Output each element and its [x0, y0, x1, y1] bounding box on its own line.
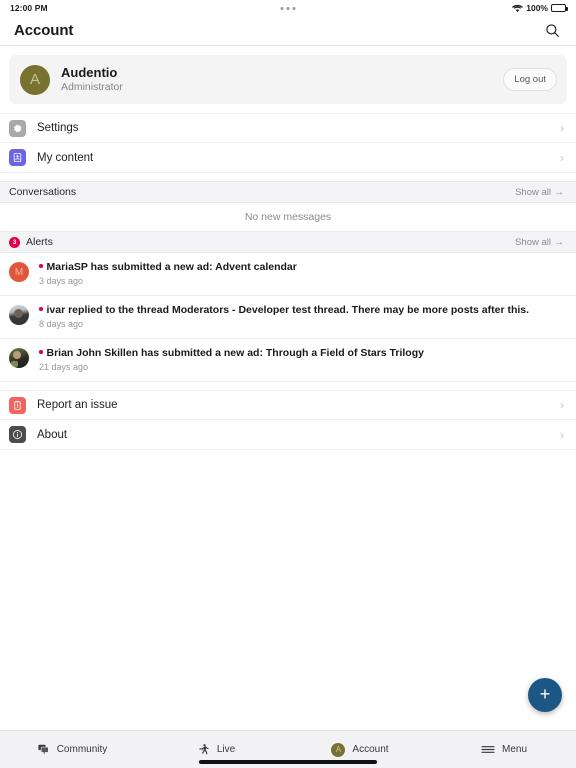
nav-item-menu[interactable]: Menu: [432, 731, 576, 768]
avatar: [9, 305, 29, 325]
show-all-label: Show all: [515, 186, 551, 198]
profile-name: Audentio: [61, 65, 118, 80]
app-screen: 12:00 PM 100% Account A Audentio Adminis…: [0, 0, 576, 768]
alert-timestamp: 8 days ago: [39, 319, 84, 329]
chevron-right-icon: ›: [560, 150, 564, 165]
conversations-empty-message: No new messages: [0, 203, 576, 231]
alert-text: MariaSP has submitted a new ad: Advent c…: [39, 261, 297, 274]
gear-icon: [9, 119, 26, 137]
nav-label: Account: [352, 744, 389, 755]
more-dots-indicator: [280, 6, 296, 10]
dot: [286, 6, 290, 10]
alert-list-item[interactable]: Brian John Skillen has submitted a new a…: [0, 339, 576, 382]
search-icon[interactable]: [542, 21, 562, 41]
status-bar-right: 100%: [512, 3, 568, 13]
plus-icon: +: [539, 684, 551, 704]
nav-label: Menu: [501, 744, 527, 755]
wifi-icon: [512, 4, 524, 13]
row-report-an-issue[interactable]: Report an issue ›: [0, 390, 576, 420]
unread-dot-icon: [39, 350, 43, 354]
chevron-right-icon: ›: [560, 398, 564, 412]
alerts-section-header: 3 Alerts Show all →: [0, 231, 576, 253]
info-icon: [9, 426, 26, 443]
alert-timestamp: 21 days ago: [39, 362, 89, 372]
page-header: Account: [0, 16, 576, 46]
row-label: My content: [37, 151, 94, 164]
unread-dot-icon: [39, 307, 43, 311]
alert-body: MariaSP has submitted a new ad: Advent c…: [39, 261, 301, 287]
section-title: Conversations: [9, 186, 77, 198]
create-fab-button[interactable]: +: [528, 678, 562, 712]
hamburger-menu-icon: [481, 744, 495, 755]
status-bar: 12:00 PM 100%: [0, 0, 576, 16]
bottom-navigation: Community Live A Account Menu: [0, 730, 576, 768]
alerts-count-badge: 3: [9, 236, 20, 248]
row-settings[interactable]: Settings ›: [0, 113, 576, 143]
alert-text: ivar replied to the thread Moderators - …: [39, 304, 529, 317]
main-content: A Audentio Administrator Log out Setting…: [0, 46, 576, 730]
profile-card[interactable]: A Audentio Administrator Log out: [9, 55, 567, 104]
page-title: Account: [14, 22, 74, 39]
show-all-label: Show all: [515, 236, 551, 248]
profile-role: Administrator: [61, 81, 123, 93]
avatar: M: [9, 262, 29, 282]
account-avatar-icon: A: [331, 742, 346, 757]
avatar[interactable]: A: [20, 64, 50, 95]
section-title: Alerts: [26, 236, 53, 248]
nav-label: Community: [56, 744, 108, 755]
home-indicator: [199, 760, 377, 764]
battery-full-icon: [551, 4, 568, 12]
chevron-right-icon: ›: [560, 121, 564, 135]
chevron-right-icon: ›: [560, 427, 564, 442]
logout-button[interactable]: Log out: [503, 68, 557, 91]
report-issue-icon: [9, 396, 26, 414]
avatar: [9, 348, 29, 368]
status-bar-time: 12:00 PM: [10, 3, 48, 13]
conversations-show-all-link[interactable]: Show all →: [515, 187, 564, 198]
nav-item-community[interactable]: Community: [0, 731, 144, 768]
battery-percent-label: 100%: [526, 3, 548, 13]
community-chat-icon: [37, 743, 50, 756]
row-label: About: [37, 428, 68, 441]
dot: [280, 6, 284, 10]
profile-texts: Audentio Administrator: [61, 65, 123, 94]
alerts-show-all-link[interactable]: Show all →: [515, 237, 564, 248]
live-running-person-icon: [197, 743, 210, 756]
alert-list-item[interactable]: ivar replied to the thread Moderators - …: [0, 296, 576, 339]
arrow-right-icon: →: [554, 186, 564, 198]
row-about[interactable]: About ›: [0, 420, 576, 450]
row-my-content[interactable]: My content ›: [0, 143, 576, 173]
alert-body: ivar replied to the thread Moderators - …: [39, 304, 533, 330]
alert-body: Brian John Skillen has submitted a new a…: [39, 347, 428, 373]
unread-dot-icon: [39, 264, 43, 268]
row-label: Report an issue: [37, 399, 118, 411]
arrow-right-icon: →: [554, 236, 564, 248]
contact-card-icon: [9, 149, 26, 166]
conversations-section-header: Conversations Show all →: [0, 181, 576, 203]
dot: [292, 6, 296, 10]
alert-list-item[interactable]: M MariaSP has submitted a new ad: Advent…: [0, 253, 576, 296]
alert-text: Brian John Skillen has submitted a new a…: [39, 347, 424, 360]
alert-timestamp: 3 days ago: [39, 276, 84, 286]
row-label: Settings: [37, 122, 79, 134]
nav-label: Live: [216, 744, 236, 755]
